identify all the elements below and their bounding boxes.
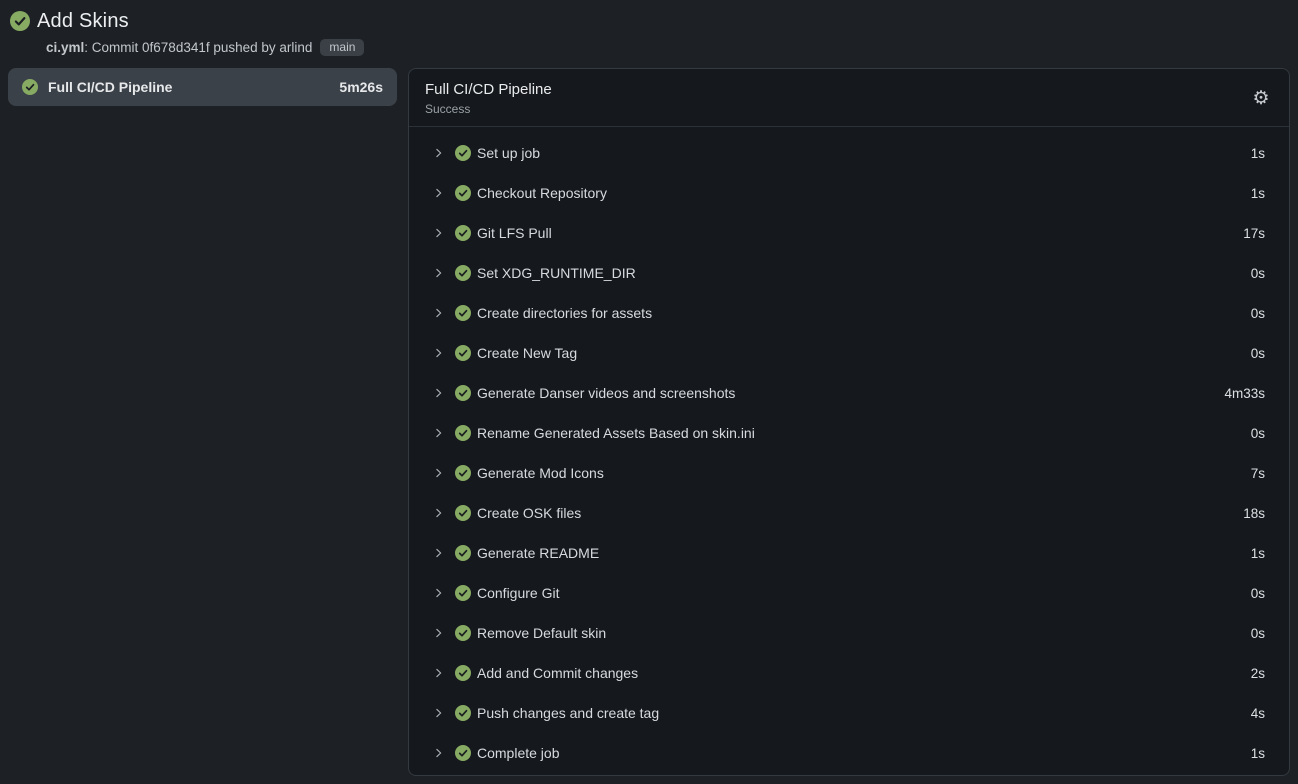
job-status-text: Success [425,102,552,116]
job-detail-header: Full CI/CD Pipeline Success ⚙ [409,69,1289,127]
step-check-circle-icon [455,385,471,401]
job-duration: 5m26s [339,79,383,95]
job-name: Full CI/CD Pipeline [48,79,329,95]
page-title: Add Skins [37,10,129,33]
step-row[interactable]: Create directories for assets 0s [409,293,1289,333]
step-name: Set XDG_RUNTIME_DIR [477,265,1251,281]
branch-badge[interactable]: main [320,39,364,56]
workflow-file-name: ci.yml [46,40,84,55]
step-duration: 4s [1251,706,1265,721]
step-check-circle-icon [455,225,471,241]
step-duration: 1s [1251,146,1265,161]
step-row[interactable]: Rename Generated Assets Based on skin.in… [409,413,1289,453]
step-duration: 1s [1251,186,1265,201]
step-check-circle-icon [455,585,471,601]
step-row[interactable]: Set up job 1s [409,133,1289,173]
step-row[interactable]: Generate Mod Icons 7s [409,453,1289,493]
step-name: Generate Danser videos and screenshots [477,385,1224,401]
step-name: Remove Default skin [477,625,1251,641]
chevron-right-icon[interactable] [433,427,445,439]
step-row[interactable]: Add and Commit changes 2s [409,653,1289,693]
step-check-circle-icon [455,345,471,361]
step-check-circle-icon [455,625,471,641]
step-row[interactable]: Configure Git 0s [409,573,1289,613]
step-name: Checkout Repository [477,185,1251,201]
chevron-right-icon[interactable] [433,747,445,759]
step-duration: 0s [1251,266,1265,281]
step-check-circle-icon [455,745,471,761]
step-duration: 1s [1251,746,1265,761]
step-name: Set up job [477,145,1251,161]
step-duration: 0s [1251,626,1265,641]
chevron-right-icon[interactable] [433,387,445,399]
step-row[interactable]: Checkout Repository 1s [409,173,1289,213]
commit-meta: ci.yml: Commit 0f678d341f pushed by arli… [46,37,1286,58]
step-row[interactable]: Create New Tag 0s [409,333,1289,373]
steps-list: Set up job 1s Checkout Repository 1s Git… [409,127,1289,777]
step-check-circle-icon [455,265,471,281]
sidebar-job-item[interactable]: Full CI/CD Pipeline 5m26s [8,68,397,106]
step-row[interactable]: Git LFS Pull 17s [409,213,1289,253]
run-status-check-circle-icon [10,11,30,31]
step-name: Create New Tag [477,345,1251,361]
step-check-circle-icon [455,145,471,161]
step-check-circle-icon [455,425,471,441]
step-name: Rename Generated Assets Based on skin.in… [477,425,1251,441]
step-duration: 7s [1251,466,1265,481]
step-name: Git LFS Pull [477,225,1243,241]
step-row[interactable]: Generate README 1s [409,533,1289,573]
step-name: Create directories for assets [477,305,1251,321]
step-duration: 17s [1243,226,1265,241]
step-duration: 0s [1251,426,1265,441]
run-content: Full CI/CD Pipeline 5m26s Full CI/CD Pip… [0,68,1298,776]
chevron-right-icon[interactable] [433,187,445,199]
step-row[interactable]: Complete job 1s [409,733,1289,773]
step-row[interactable]: Generate Danser videos and screenshots 4… [409,373,1289,413]
step-duration: 0s [1251,346,1265,361]
step-name: Create OSK files [477,505,1243,521]
step-name: Add and Commit changes [477,665,1251,681]
chevron-right-icon[interactable] [433,627,445,639]
chevron-right-icon[interactable] [433,147,445,159]
run-header: Add Skins ci.yml: Commit 0f678d341f push… [0,0,1298,58]
job-status-check-circle-icon [22,79,38,95]
jobs-sidebar: Full CI/CD Pipeline 5m26s [8,68,397,106]
chevron-right-icon[interactable] [433,587,445,599]
step-duration: 2s [1251,666,1265,681]
chevron-right-icon[interactable] [433,227,445,239]
step-row[interactable]: Push changes and create tag 4s [409,693,1289,733]
job-title: Full CI/CD Pipeline [425,81,552,99]
step-name: Generate Mod Icons [477,465,1251,481]
job-detail-panel: Full CI/CD Pipeline Success ⚙ Set up job… [408,68,1290,776]
step-row[interactable]: Set XDG_RUNTIME_DIR 0s [409,253,1289,293]
step-row[interactable]: Create OSK files 18s [409,493,1289,533]
step-check-circle-icon [455,465,471,481]
step-name: Configure Git [477,585,1251,601]
chevron-right-icon[interactable] [433,267,445,279]
chevron-right-icon[interactable] [433,667,445,679]
chevron-right-icon[interactable] [433,307,445,319]
gear-icon[interactable]: ⚙ [1249,87,1273,111]
step-row[interactable]: Remove Default skin 0s [409,613,1289,653]
step-duration: 0s [1251,586,1265,601]
chevron-right-icon[interactable] [433,707,445,719]
step-name: Complete job [477,745,1251,761]
chevron-right-icon[interactable] [433,467,445,479]
step-check-circle-icon [455,305,471,321]
step-check-circle-icon [455,665,471,681]
commit-description: : Commit 0f678d341f pushed by arlind [84,40,312,55]
step-duration: 0s [1251,306,1265,321]
chevron-right-icon[interactable] [433,507,445,519]
chevron-right-icon[interactable] [433,547,445,559]
step-duration: 4m33s [1224,386,1265,401]
step-check-circle-icon [455,185,471,201]
step-duration: 18s [1243,506,1265,521]
chevron-right-icon[interactable] [433,347,445,359]
step-name: Push changes and create tag [477,705,1251,721]
step-name: Generate README [477,545,1251,561]
step-duration: 1s [1251,546,1265,561]
step-check-circle-icon [455,545,471,561]
step-check-circle-icon [455,505,471,521]
step-check-circle-icon [455,705,471,721]
